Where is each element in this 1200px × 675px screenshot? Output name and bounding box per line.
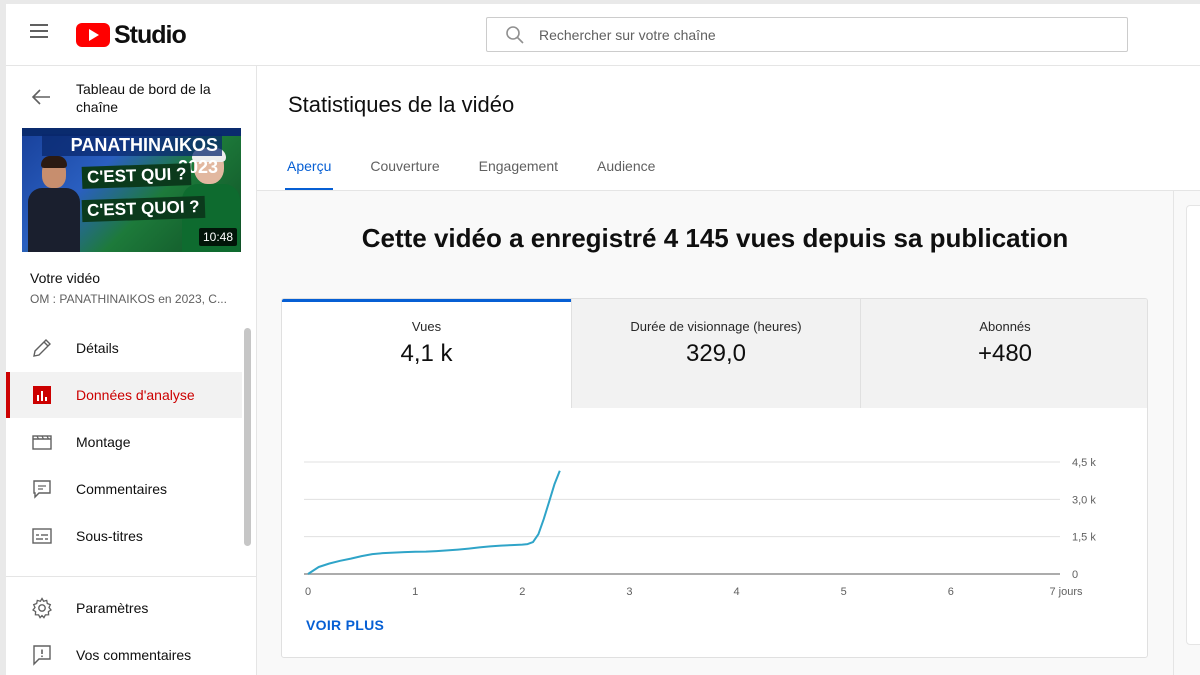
subtitles-icon	[32, 528, 52, 544]
your-video-label: Votre vidéo	[30, 270, 101, 286]
nav-label: Données d'analyse	[76, 387, 195, 403]
gear-icon	[32, 597, 52, 619]
nav-settings[interactable]: Paramètres	[6, 585, 242, 631]
views-headline: Cette vidéo a enregistré 4 145 vues depu…	[361, 223, 1069, 253]
menu-icon[interactable]	[30, 24, 52, 44]
tab-reach[interactable]: Couverture	[370, 156, 439, 191]
metric-value: +480	[977, 340, 1033, 367]
top-bar: Studio	[6, 4, 1200, 66]
nav-label: Montage	[76, 434, 131, 450]
metric-label: Vues	[411, 319, 442, 334]
x-tick-label: 1	[412, 586, 418, 598]
y-tick-label: 4,5 k	[1072, 457, 1096, 469]
nav-feedback[interactable]: Vos commentaires	[6, 632, 242, 675]
x-tick-label: 6	[948, 586, 954, 598]
overview-panel: Cette vidéo a enregistré 4 145 vues depu…	[257, 191, 1173, 675]
tab-audience[interactable]: Audience	[597, 156, 655, 191]
video-thumbnail[interactable]: PANATHINAIKOS 2023 C'EST QUI ? C'EST QUO…	[22, 128, 241, 252]
nav-label: Détails	[76, 340, 119, 356]
metric-value: 4,1 k	[400, 340, 453, 367]
x-tick-label: 0	[305, 586, 311, 598]
thumbnail-banner: PANATHINAIKOS 2023	[42, 134, 222, 177]
nav-details[interactable]: Détails	[6, 325, 242, 371]
y-tick-label: 1,5 k	[1072, 532, 1096, 544]
back-arrow-icon[interactable]	[30, 86, 52, 108]
video-duration: 10:48	[198, 228, 237, 246]
analytics-tabs: Aperçu Couverture Engagement Audience	[284, 156, 694, 191]
sidebar: Tableau de bord de la chaîne PANATHINAIK…	[6, 66, 257, 675]
metric-value: 329,0	[685, 340, 747, 367]
page-title: Statistiques de la vidéo	[288, 92, 515, 117]
x-tick-label: 3	[626, 586, 632, 598]
search-input[interactable]	[539, 26, 1099, 43]
thumbnail-text-2: C'EST QUOI ?	[81, 195, 206, 223]
video-title[interactable]: OM : PANATHINAIKOS en 2023, C...	[30, 292, 245, 306]
thumbnail-text-1: C'EST QUI ?	[81, 163, 192, 189]
nav-label: Paramètres	[76, 600, 149, 616]
sidebar-divider	[6, 576, 256, 577]
x-tick-label: 2	[519, 586, 525, 598]
x-tick-label: 7 jours	[1049, 586, 1083, 598]
see-more-link[interactable]: VOIR PLUS	[306, 617, 384, 633]
pencil-icon	[33, 339, 51, 357]
nav-analytics[interactable]: Données d'analyse	[6, 372, 242, 418]
tab-engagement[interactable]: Engagement	[479, 156, 558, 191]
metric-label: Durée de visionnage (heures)	[630, 319, 802, 334]
metric-watch-time[interactable]: Durée de visionnage (heures) 329,0	[571, 299, 860, 408]
nav-editor[interactable]: Montage	[6, 419, 242, 465]
x-tick-label: 5	[841, 586, 847, 598]
nav-comments[interactable]: Commentaires	[6, 466, 242, 512]
search-box[interactable]	[486, 17, 1128, 52]
sidebar-scrollbar[interactable]	[244, 328, 251, 546]
y-tick-label: 3,0 k	[1072, 494, 1096, 506]
nav-label: Vos commentaires	[76, 647, 192, 663]
main-content: Statistiques de la vidéo Aperçu Couvertu…	[257, 66, 1200, 675]
back-to-dashboard[interactable]: Tableau de bord de la chaîne	[6, 66, 256, 126]
metric-subscribers[interactable]: Abonnés +480	[860, 299, 1147, 408]
youtube-play-icon	[76, 23, 110, 47]
back-label: Tableau de bord de la chaîne	[76, 81, 211, 115]
logo-text: Studio	[114, 20, 187, 49]
metrics-card: Vues 4,1 k Durée de visionnage (heures) …	[281, 298, 1148, 658]
nav-label: Commentaires	[76, 481, 168, 497]
analytics-icon	[33, 386, 51, 404]
metric-label: Abonnés	[979, 319, 1031, 334]
metric-views[interactable]: Vues 4,1 k	[282, 299, 571, 408]
comment-icon	[33, 480, 51, 499]
tab-overview[interactable]: Aperçu	[284, 156, 334, 191]
realtime-card-edge	[1186, 205, 1200, 645]
studio-logo[interactable]: Studio	[76, 20, 187, 50]
feedback-icon	[33, 645, 51, 666]
right-rail	[1173, 191, 1200, 675]
nav-label: Sous-titres	[76, 528, 143, 544]
x-tick-label: 4	[734, 586, 740, 598]
views-series-line	[307, 470, 561, 575]
thumbnail-person-left	[28, 156, 80, 252]
nav-subtitles[interactable]: Sous-titres	[6, 513, 242, 559]
clapperboard-icon	[32, 435, 52, 450]
search-icon[interactable]	[499, 17, 539, 52]
y-tick-label: 0	[1072, 569, 1078, 581]
views-line-chart[interactable]: 0 1,5 k 3,0 k 4,5 k 0 1 2 3 4 5 6 7 jours	[282, 408, 1148, 608]
